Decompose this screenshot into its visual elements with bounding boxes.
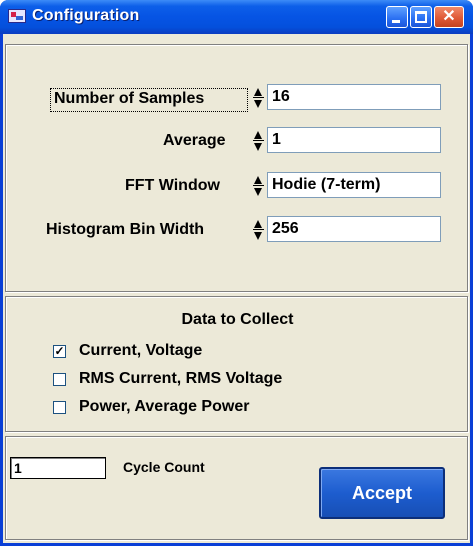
- cycle-count-input[interactable]: 1: [10, 457, 106, 479]
- minimize-button[interactable]: [386, 6, 408, 28]
- settings-panel: [5, 44, 468, 292]
- fft-window-label: FFT Window: [125, 177, 220, 194]
- checkbox-label: Current, Voltage: [79, 342, 203, 359]
- action-panel: 1 Cycle Count Accept: [5, 436, 468, 540]
- average-label: Average: [163, 132, 226, 149]
- maximize-button[interactable]: [410, 6, 432, 28]
- configuration-window: Configuration ✕ Number of Samples 16 Ave…: [0, 0, 473, 546]
- cycle-count-label: Cycle Count: [123, 459, 205, 475]
- histogram-bin-width-input[interactable]: 256: [267, 216, 441, 242]
- window-title: Configuration: [32, 7, 140, 24]
- fft-window-spinner[interactable]: [253, 172, 264, 200]
- spin-up-icon[interactable]: [254, 131, 262, 139]
- histogram-bin-width-spinner[interactable]: [253, 216, 264, 244]
- histogram-bin-width-label: Histogram Bin Width: [46, 221, 205, 238]
- spin-down-icon[interactable]: [254, 232, 262, 240]
- fft-window-input[interactable]: Hodie (7-term): [267, 172, 441, 198]
- checkbox-label: RMS Current, RMS Voltage: [79, 370, 283, 387]
- average-spinner[interactable]: [253, 127, 264, 155]
- data-to-collect-title: Data to Collect: [181, 311, 294, 328]
- checkbox-label: Power, Average Power: [79, 398, 250, 415]
- close-button[interactable]: ✕: [434, 6, 464, 28]
- number-of-samples-input[interactable]: 16: [267, 84, 441, 110]
- spin-down-icon[interactable]: [254, 143, 262, 151]
- close-icon: ✕: [442, 8, 456, 25]
- average-input[interactable]: 1: [267, 127, 441, 153]
- app-icon: [8, 9, 26, 23]
- spin-down-icon[interactable]: [254, 100, 262, 108]
- checkbox-checked-icon[interactable]: ✓: [53, 345, 66, 358]
- number-of-samples-label: Number of Samples: [54, 90, 205, 107]
- checkbox-icon[interactable]: [53, 373, 66, 386]
- spin-up-icon[interactable]: [254, 220, 262, 228]
- spin-up-icon[interactable]: [254, 88, 262, 96]
- title-bar[interactable]: Configuration ✕: [0, 0, 473, 34]
- spin-down-icon[interactable]: [254, 188, 262, 196]
- spin-up-icon[interactable]: [254, 176, 262, 184]
- checkbox-icon[interactable]: [53, 401, 66, 414]
- accept-button[interactable]: Accept: [319, 467, 445, 519]
- number-of-samples-spinner[interactable]: [253, 84, 264, 112]
